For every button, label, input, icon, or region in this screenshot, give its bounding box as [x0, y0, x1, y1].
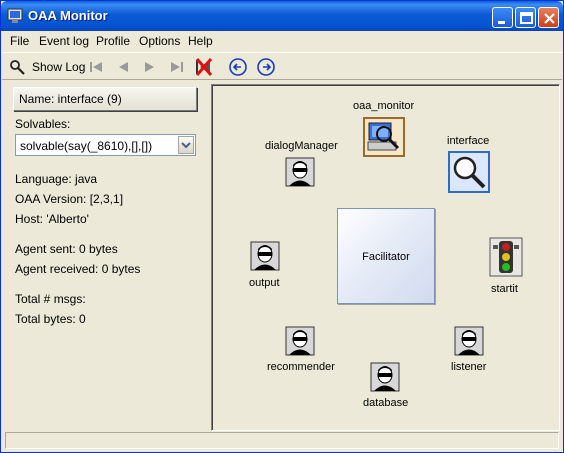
rewind-icon[interactable] [228, 57, 248, 77]
agent-label-oaa-monitor: oaa_monitor [353, 100, 415, 112]
status-bar [5, 432, 559, 449]
facilitator-label: Facilitator [362, 251, 410, 263]
total-msgs-text: Total # msgs: [15, 292, 86, 306]
maximize-icon [520, 12, 533, 24]
close-icon [544, 13, 555, 24]
agent-name-button[interactable]: Name: interface (9) [13, 87, 197, 111]
forward-icon[interactable] [256, 57, 276, 77]
agent-received-text: Agent received: 0 bytes [15, 262, 141, 276]
language-text: Language: java [15, 172, 98, 186]
binoculars-icon [10, 60, 25, 75]
total-bytes-text: Total bytes: 0 [15, 312, 86, 326]
agent-person-icon[interactable] [250, 241, 280, 271]
agent-label-dialog-manager: dialogManager [265, 140, 338, 152]
agent-label-startit: startit [491, 283, 518, 295]
agent-person-icon[interactable] [285, 157, 315, 187]
menu-help[interactable]: Help [188, 34, 213, 48]
window-title: OAA Monitor [28, 8, 108, 23]
agent-label-listener: listener [451, 361, 487, 373]
maximize-button[interactable] [515, 7, 536, 28]
agent-label-interface: interface [447, 135, 490, 147]
app-icon [7, 8, 23, 23]
solvables-value: solvable(say(_8610),[],[]) [20, 139, 153, 153]
agent-person-icon[interactable] [285, 326, 315, 356]
agent-label-output: output [249, 277, 280, 289]
next-icon[interactable] [142, 59, 158, 75]
show-log-label: Show Log [32, 60, 86, 74]
menu-file[interactable]: File [10, 34, 29, 48]
agent-label-database: database [363, 397, 409, 409]
last-icon[interactable] [169, 59, 185, 75]
agent-label-recommender: recommender [267, 361, 335, 373]
solvables-select[interactable]: solvable(say(_8610),[],[]) [15, 134, 196, 156]
agent-person-icon[interactable] [370, 362, 400, 392]
title-bar[interactable]: OAA Monitor [1, 1, 563, 31]
clear-icon[interactable] [194, 56, 214, 78]
agent-sent-text: Agent sent: 0 bytes [15, 242, 118, 256]
agent-info-panel: Name: interface (9) Solvables: solvable(… [5, 83, 209, 429]
host-text: Host: 'Alberto' [15, 212, 89, 226]
menu-profile[interactable]: Profile [96, 34, 130, 48]
toolbar: Show Log [2, 52, 562, 80]
chevron-down-icon [181, 142, 191, 149]
menu-bar: File Event log Profile Options Help [2, 31, 562, 51]
show-log-button[interactable]: Show Log [6, 57, 86, 77]
minimize-icon [498, 21, 505, 24]
monitor-agent-icon[interactable] [363, 117, 405, 157]
dropdown-button[interactable] [178, 136, 194, 154]
first-icon[interactable] [88, 59, 104, 75]
solvables-label: Solvables: [15, 117, 71, 131]
oaa-version-text: OAA Version: [2,3,1] [15, 192, 124, 206]
previous-icon[interactable] [115, 59, 131, 75]
app-window: OAA Monitor File Event log Profile Optio… [0, 0, 564, 453]
magnifier-agent-icon[interactable] [448, 151, 490, 193]
agent-graph-canvas[interactable]: oaa_monitor interface dialogManager outp… [211, 84, 560, 431]
menu-event-log[interactable]: Event log [39, 34, 89, 48]
menu-options[interactable]: Options [139, 34, 180, 48]
minimize-button[interactable] [492, 7, 513, 28]
close-button[interactable] [538, 7, 559, 28]
agent-person-icon[interactable] [454, 326, 484, 356]
facilitator-node[interactable]: Facilitator [337, 208, 435, 304]
traffic-light-icon[interactable] [489, 237, 523, 277]
